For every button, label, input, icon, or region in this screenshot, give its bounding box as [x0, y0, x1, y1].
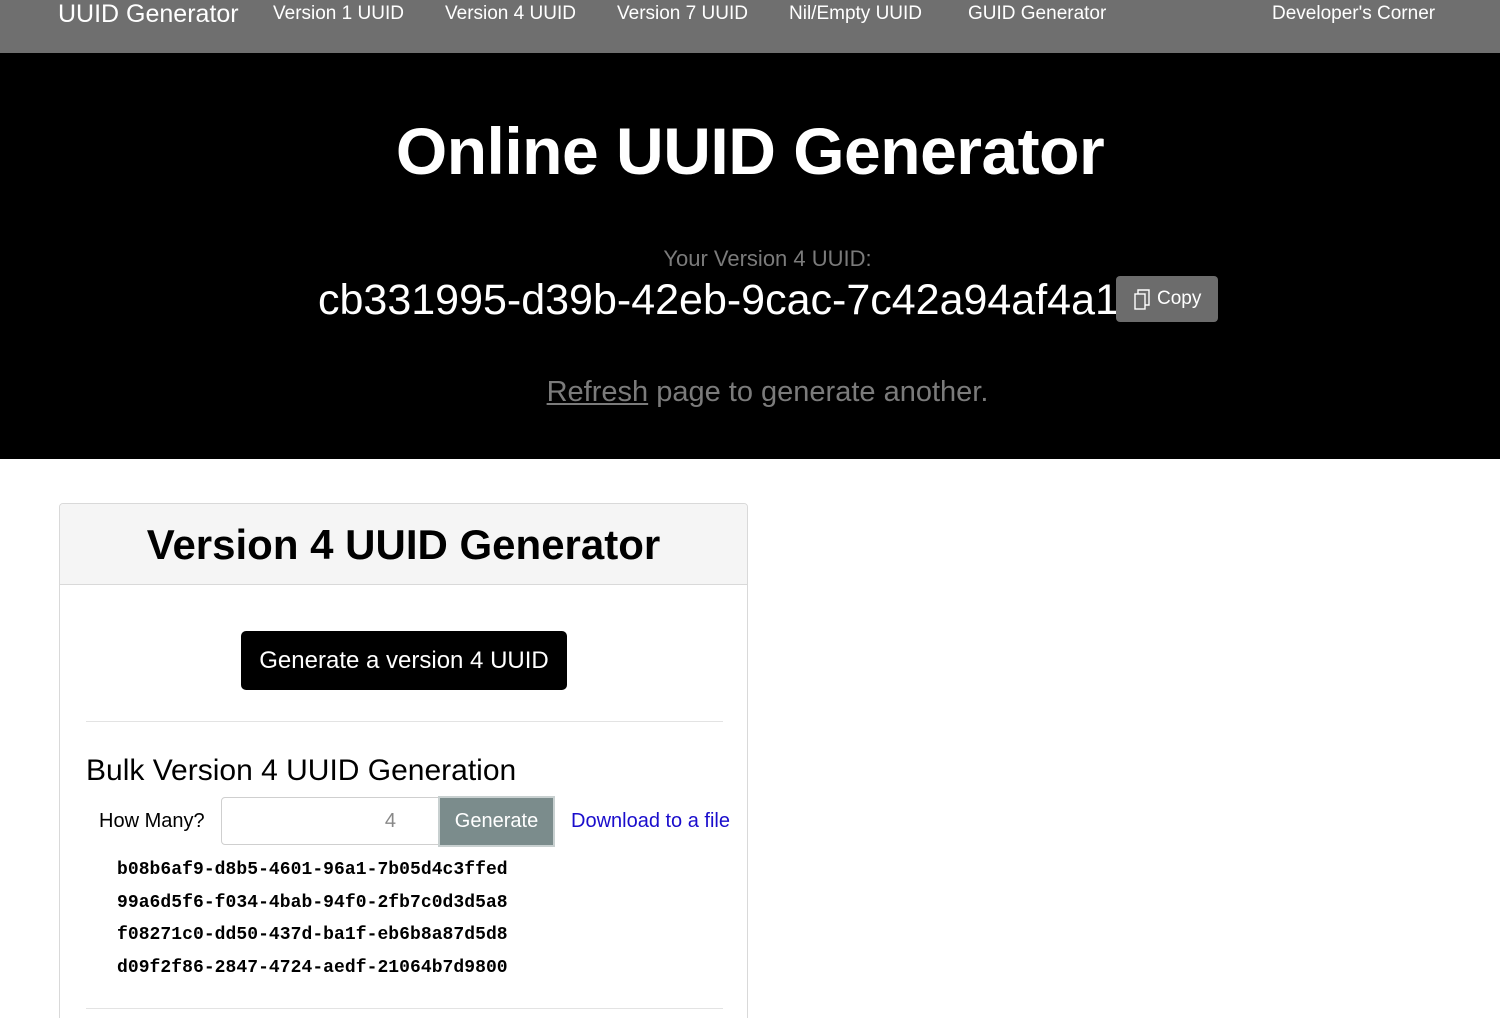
- refresh-hint: Refresh page to generate another.: [0, 374, 1500, 410]
- nav-link-version-4[interactable]: Version 4 UUID: [445, 2, 576, 26]
- nav-link-guid-generator[interactable]: GUID Generator: [968, 2, 1106, 26]
- card-header: Version 4 UUID Generator: [60, 504, 747, 585]
- card-title: Version 4 UUID Generator: [146, 521, 661, 568]
- generate-v4-button[interactable]: Generate a version 4 UUID: [241, 631, 567, 690]
- uuid-label: Your Version 4 UUID:: [663, 246, 872, 271]
- nav-link-version-7[interactable]: Version 7 UUID: [617, 2, 748, 26]
- divider: [86, 721, 723, 722]
- bulk-generate-button[interactable]: Generate: [438, 796, 555, 847]
- refresh-link[interactable]: Refresh: [547, 376, 649, 408]
- nav-link-nil-empty[interactable]: Nil/Empty UUID: [789, 2, 922, 26]
- bulk-uuid-item: b08b6af9-d8b5-4601-96a1-7b05d4c3ffed: [117, 860, 508, 880]
- page-title: Online UUID Generator: [395, 114, 1105, 188]
- hero-section: Online UUID Generator Your Version 4 UUI…: [0, 53, 1500, 459]
- bulk-section-title: Bulk Version 4 UUID Generation: [86, 754, 517, 787]
- bulk-uuid-list: b08b6af9-d8b5-4601-96a1-7b05d4c3ffed 99a…: [117, 858, 508, 988]
- v4-generator-card: Version 4 UUID Generator Generate a vers…: [59, 503, 748, 1018]
- brand-link[interactable]: UUID Generator: [58, 0, 239, 28]
- download-to-file-link[interactable]: Download to a file: [571, 809, 730, 833]
- generated-uuid: cb331995-d39b-42eb-9cac-7c42a94af4a1: [318, 276, 1119, 324]
- divider: [86, 1008, 723, 1009]
- nav-link-version-1[interactable]: Version 1 UUID: [273, 2, 404, 26]
- bulk-uuid-item: d09f2f86-2847-4724-aedf-21064b7d9800: [117, 957, 508, 978]
- refresh-hint-text: page to generate another.: [648, 376, 989, 408]
- top-navbar: UUID Generator Version 1 UUID Version 4 …: [0, 0, 1500, 53]
- nav-link-developers-corner[interactable]: Developer's Corner: [1272, 2, 1435, 26]
- how-many-input[interactable]: [221, 797, 439, 845]
- copy-button[interactable]: Copy: [1116, 276, 1218, 322]
- how-many-label: How Many?: [99, 810, 205, 832]
- copy-icon: [1134, 289, 1150, 310]
- bulk-uuid-item: 99a6d5f6-f034-4bab-94f0-2fb7c0d3d5a8: [117, 892, 508, 913]
- bulk-uuid-item: f08271c0-dd50-437d-ba1f-eb6b8a87d5d8: [117, 925, 508, 945]
- copy-button-label: Copy: [1157, 288, 1202, 309]
